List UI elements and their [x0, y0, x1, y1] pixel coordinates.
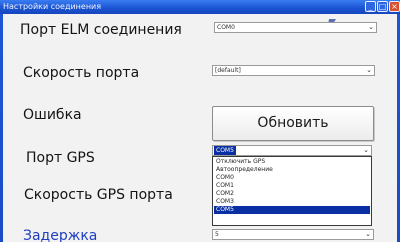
chevron-down-icon: ⌄ [368, 23, 374, 31]
window-title: Настройки соединения [3, 2, 102, 11]
delay-label: Задержка [23, 228, 98, 242]
title-bar: Настройки соединения _ □ × [0, 0, 400, 14]
dropdown-option-com2[interactable]: COM2 [214, 190, 370, 198]
settings-window: Настройки соединения _ □ × Порт ELM соед… [0, 0, 400, 242]
gps-port-label: Порт GPS [26, 150, 95, 166]
port-speed-select[interactable]: [default] ⌄ [212, 65, 375, 76]
elm-port-select[interactable]: COM0 ⌄ [214, 22, 377, 33]
chevron-down-icon: ⌄ [363, 146, 369, 154]
minimize-icon: _ [368, 2, 373, 11]
port-speed-value: [default] [215, 67, 241, 74]
dropdown-option-autodetect[interactable]: Автоопределение [214, 166, 370, 174]
gps-port-value: COM5 [214, 146, 236, 155]
dropdown-option-com0[interactable]: COM0 [214, 174, 370, 182]
close-icon: × [391, 2, 398, 11]
update-button[interactable]: Обновить [212, 106, 374, 141]
gps-port-select[interactable]: COM5 ⌄ [212, 145, 372, 156]
delay-select[interactable]: 5 ⌄ [212, 229, 374, 240]
maximize-icon: □ [378, 2, 387, 11]
gps-speed-label: Скорость GPS порта [24, 187, 173, 203]
dropdown-option-disable-gps[interactable]: Отключить GPS [214, 158, 370, 166]
port-speed-label: Скорость порта [23, 65, 140, 81]
error-label: Ошибка [23, 107, 82, 123]
maximize-button[interactable]: □ [377, 1, 388, 12]
elm-port-value: COM0 [217, 24, 235, 31]
elm-port-label: Порт ELM соединения [20, 22, 182, 38]
dropdown-option-com5[interactable]: COM5 [214, 206, 370, 214]
chevron-down-icon: ⌄ [365, 230, 371, 238]
minimize-button[interactable]: _ [365, 1, 376, 12]
close-button[interactable]: × [389, 1, 400, 12]
chevron-down-icon: ⌄ [366, 66, 372, 74]
dropdown-option-com3[interactable]: COM3 [214, 198, 370, 206]
client-area: Порт ELM соединения COM0 ⌄ Скорость порт… [3, 14, 397, 242]
gps-port-dropdown-list: Отключить GPS Автоопределение COM0 COM1 … [212, 156, 372, 226]
dropdown-option-com1[interactable]: COM1 [214, 182, 370, 190]
delay-value: 5 [215, 231, 219, 238]
